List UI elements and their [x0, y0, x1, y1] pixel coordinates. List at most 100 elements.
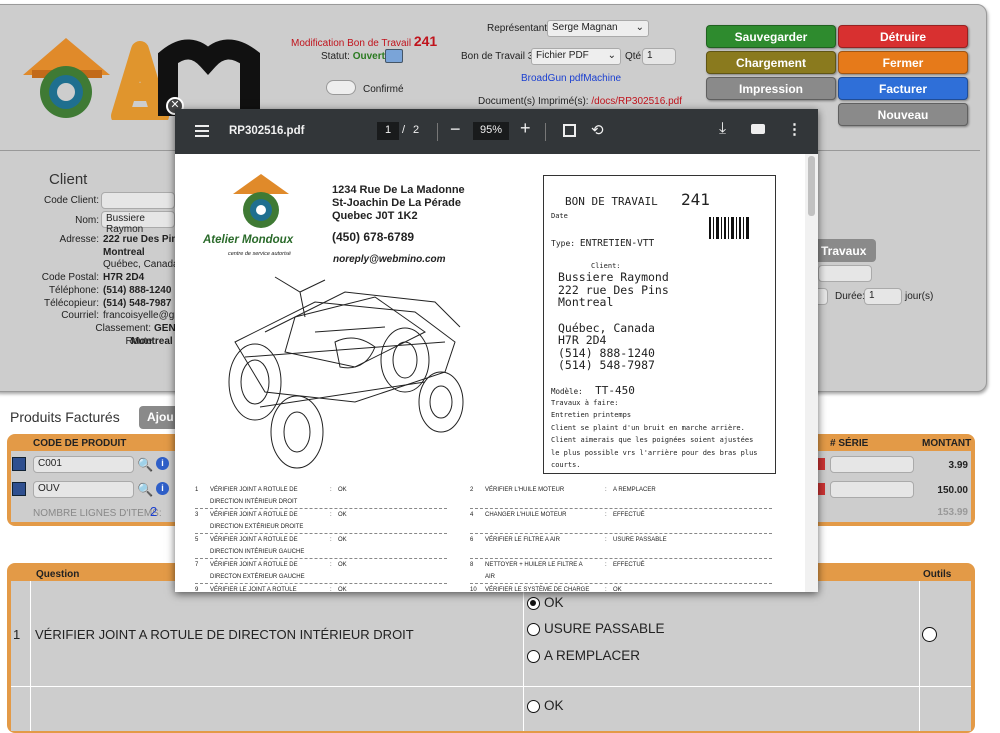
- cp-value: H7R 2D4: [103, 272, 145, 283]
- courriel-value[interactable]: francoisyelle@gn: [103, 310, 180, 321]
- bon-title: BON DE TRAVAIL: [565, 195, 658, 208]
- page-input[interactable]: 1: [377, 122, 399, 140]
- checklist-colon: :: [605, 512, 607, 518]
- calculator-icon[interactable]: [12, 457, 26, 471]
- route-value: Montreal: [131, 336, 173, 347]
- search-icon[interactable]: 🔍: [137, 457, 153, 473]
- sauvegarder-button[interactable]: Sauvegarder: [706, 25, 836, 48]
- question-text: VÉRIFIER JOINT A ROTULE DE DIRECTON INTÉ…: [35, 627, 414, 642]
- outils-radio[interactable]: [922, 627, 941, 642]
- chargement-button[interactable]: Chargement: [706, 51, 836, 74]
- pdf-scrollbar[interactable]: [805, 154, 818, 592]
- detruire-button[interactable]: Détruire: [838, 25, 968, 48]
- checklist-divider: [195, 583, 447, 584]
- option-usure[interactable]: USURE PASSABLE: [527, 621, 665, 636]
- pdf-toolbar: RP302516.pdf 1 / 2 − 95% + ⟲ ⤓ ⋮: [175, 109, 818, 154]
- col-serie-header: # SÉRIE: [830, 438, 869, 449]
- page-separator: /: [402, 124, 406, 136]
- company-logo: [233, 174, 289, 228]
- checklist-text-2: DIRECTION INTÉRIEUR DROIT: [210, 499, 298, 505]
- checklist-colon: :: [605, 562, 607, 568]
- courriel-label: Courriel:: [61, 310, 99, 321]
- checklist-text: VÉRIFIER LE FILTRE A AIR: [485, 537, 560, 543]
- nom-label: Nom:: [75, 215, 99, 226]
- question-number: 1: [13, 627, 21, 642]
- company-phone: (450) 678-6789: [332, 230, 415, 244]
- option-remplacer[interactable]: A REMPLACER: [527, 648, 640, 663]
- delete-icon[interactable]: [817, 483, 825, 495]
- zoom-in-icon[interactable]: +: [520, 118, 531, 139]
- work-number: 241: [413, 33, 438, 49]
- download-icon[interactable]: ⤓: [719, 120, 726, 138]
- checklist-value: OK: [338, 487, 347, 493]
- montant-value: 150.00: [937, 485, 968, 496]
- calculator-icon[interactable]: [12, 482, 26, 496]
- cp-label: Code Postal:: [41, 272, 99, 283]
- company-address1: 1234 Rue De La Madonne: [332, 184, 465, 196]
- radio-icon[interactable]: [527, 622, 540, 636]
- checklist-divider: [470, 558, 772, 559]
- broadgun-link[interactable]: BroadGun pdfMachine: [521, 73, 621, 84]
- info-icon[interactable]: i: [156, 482, 169, 495]
- impression-button[interactable]: Impression: [706, 77, 836, 100]
- checklist-colon: :: [605, 587, 607, 592]
- date-input[interactable]: [818, 288, 828, 305]
- client-title: Client: [49, 171, 88, 188]
- code-client-label: Code Client:: [43, 195, 99, 206]
- checklist-number: 9: [195, 587, 199, 592]
- zoom-out-icon[interactable]: −: [450, 119, 461, 140]
- travaux-input[interactable]: [818, 265, 872, 282]
- serie-input[interactable]: [830, 456, 914, 473]
- email-icon[interactable]: [385, 49, 403, 63]
- checklist-text: VÉRIFIER JOINT A ROTULE DE: [210, 487, 298, 493]
- nouveau-button[interactable]: Nouveau: [838, 103, 968, 126]
- col-code-header: CODE DE PRODUIT: [33, 438, 127, 449]
- logo-subtitle: centre de service autorisé: [228, 251, 291, 257]
- zoom-input[interactable]: 95%: [473, 122, 509, 140]
- facturer-button[interactable]: Facturer: [838, 77, 968, 100]
- checklist-number: 5: [195, 537, 199, 543]
- checklist-value: EFFECTUÉ: [613, 562, 645, 568]
- checklist-colon: :: [330, 562, 332, 568]
- app-logo: [18, 30, 268, 125]
- checklist-text: VÉRIFIER L'HUILE MOTEUR: [485, 487, 565, 493]
- company-address3: Quebec J0T 1K2: [332, 210, 418, 222]
- representant-select[interactable]: Serge Magnan ⌄: [547, 20, 649, 37]
- client-line5: H7R 2D4: [558, 333, 607, 347]
- pdf-page: Atelier Mondoux centre de service autori…: [175, 154, 805, 592]
- code-client-input[interactable]: [101, 192, 175, 209]
- fermer-button[interactable]: Fermer: [838, 51, 968, 74]
- travaux-button[interactable]: Travaux: [818, 239, 876, 262]
- option-ok[interactable]: OK: [527, 595, 564, 610]
- radio-icon[interactable]: [527, 649, 540, 663]
- nom-input[interactable]: Bussiere Raymon: [101, 211, 175, 235]
- radio-icon[interactable]: [527, 699, 540, 713]
- rotate-icon[interactable]: ⟲: [591, 121, 604, 139]
- bon3-select[interactable]: Fichier PDF ⌄: [531, 48, 621, 65]
- travaux-line4: le plus possible vrs l'arrière pour des …: [551, 449, 758, 457]
- serie-input[interactable]: [830, 481, 914, 498]
- duree-input[interactable]: 1: [864, 288, 902, 305]
- product-code-input[interactable]: C001: [33, 456, 134, 473]
- option-ok[interactable]: OK: [527, 698, 564, 713]
- fit-page-icon[interactable]: [563, 124, 576, 137]
- checklist-number: 3: [195, 512, 199, 518]
- search-icon[interactable]: 🔍: [137, 482, 153, 498]
- confirme-toggle[interactable]: [326, 80, 356, 95]
- info-icon[interactable]: i: [156, 457, 169, 470]
- print-icon[interactable]: [751, 124, 765, 134]
- docs-link[interactable]: /docs/RP302516.pdf: [591, 96, 682, 107]
- product-code-input[interactable]: OUV: [33, 481, 134, 498]
- delete-icon[interactable]: [817, 458, 825, 470]
- tel-label: Téléphone:: [48, 285, 99, 296]
- travaux-line1: Entretien printemps: [551, 411, 632, 419]
- qte-input[interactable]: 1: [642, 48, 676, 65]
- ajouter-button[interactable]: Ajou: [139, 406, 175, 429]
- classement-value: GEN: [154, 323, 176, 334]
- more-options-icon[interactable]: ⋮: [787, 120, 802, 138]
- radio-selected-icon[interactable]: [527, 596, 540, 610]
- col-outils-header: Outils: [923, 569, 952, 580]
- client-line3: Montreal: [558, 295, 614, 309]
- checklist-text: VÉRIFIER LE JOINT A ROTULE: [210, 587, 297, 592]
- menu-icon[interactable]: [195, 125, 209, 137]
